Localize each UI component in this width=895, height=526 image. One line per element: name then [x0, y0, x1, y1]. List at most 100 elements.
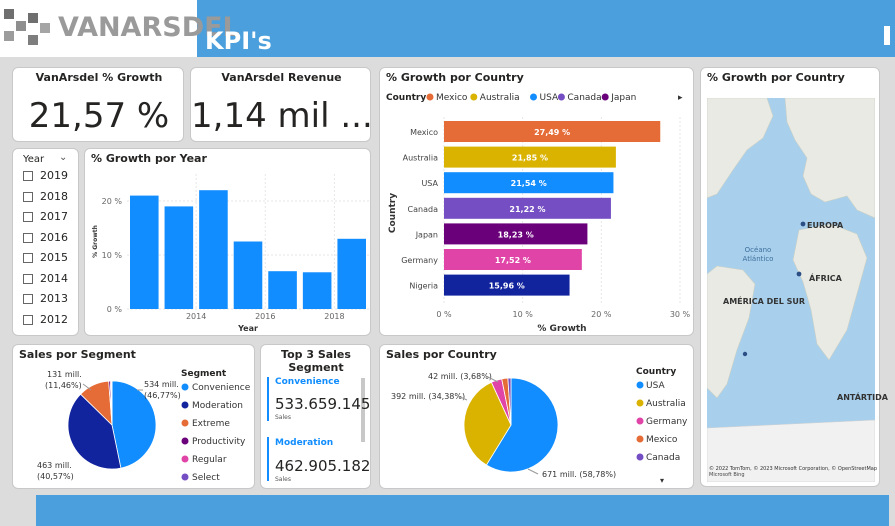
year-option-2013[interactable]: 2013	[23, 292, 68, 305]
top3-item-0-value: 533.659.145	[275, 395, 371, 413]
top3-title: Top 3 Sales Segment	[281, 348, 351, 374]
map-label-antarctica: ANTÁRTIDA	[837, 393, 888, 402]
y-tick-label: Nigeria	[409, 282, 438, 291]
checkbox[interactable]	[23, 294, 33, 304]
slice-select	[111, 380, 113, 426]
legend-marker	[530, 93, 537, 101]
legend-marker	[181, 383, 189, 391]
map-point-europe[interactable]	[800, 221, 806, 227]
checkbox[interactable]	[23, 314, 33, 325]
data-label: 21,22 %	[509, 205, 545, 214]
y-axis-title: % Growth	[92, 225, 99, 258]
x-tick-label: 0 %	[436, 310, 452, 319]
kpi-revenue-value: 1,14 mil ...	[191, 96, 372, 136]
year-option-label: 2013	[40, 292, 68, 305]
bar-2015	[199, 190, 228, 309]
map-point-america[interactable]	[742, 351, 748, 357]
legend-item: Regular	[192, 455, 227, 465]
kpi-growth-card[interactable]: VanArsdel % Growth 21,57 %	[12, 67, 184, 142]
legend-title: Country	[636, 367, 676, 377]
checkbox[interactable]	[23, 212, 33, 222]
bar-2019	[337, 238, 366, 309]
bar-2014	[164, 206, 194, 309]
growth-by-country-card[interactable]: % Growth por Country Country Mexico Austra…	[379, 67, 694, 336]
x-tick-label: 2014	[186, 312, 206, 321]
legend-item: Mexico	[436, 93, 468, 103]
legend-item: USA	[646, 381, 665, 391]
bing-logo: Microsoft Bing	[709, 472, 745, 478]
data-label: 671 mill. (58,78%)	[542, 470, 616, 479]
year-slicer-title: Year	[23, 154, 45, 165]
top3-item-0-label: Convenience	[275, 377, 340, 387]
y-tick-label: Mexico	[410, 128, 438, 137]
year-option-label: 2014	[40, 271, 68, 285]
checkbox[interactable]	[23, 232, 33, 243]
growth-by-year-card[interactable]: % Growth por Year 0 % 10 % 20 % 2014 2016 201…	[84, 148, 371, 336]
data-label: 131 mill.	[47, 370, 82, 379]
legend-item: Productivity	[192, 437, 246, 447]
x-tick-label: 30 %	[670, 310, 691, 319]
legend-marker	[557, 93, 565, 101]
map-canvas[interactable]	[707, 98, 875, 482]
map-card[interactable]: % Growth por Country EUROPA Océano Atlán…	[700, 67, 888, 487]
bar-2018	[302, 272, 332, 309]
data-label: (11,46%)	[45, 381, 82, 390]
legend-item: Mexico	[646, 435, 678, 445]
legend-marker	[636, 381, 644, 389]
checkbox[interactable]	[23, 273, 33, 284]
map-title: % Growth por Country	[707, 71, 845, 84]
year-option-2018[interactable]: 2018	[23, 190, 68, 203]
legend-marker	[636, 417, 644, 425]
checkbox[interactable]	[23, 171, 33, 181]
data-label: 392 mill. (34,38%)	[391, 392, 465, 401]
year-option-2017[interactable]: 2017	[23, 210, 68, 223]
map-point-africa[interactable]	[796, 271, 802, 277]
legend-item: Japan	[610, 93, 636, 103]
x-axis-title: Year	[237, 324, 258, 333]
legend-marker	[181, 419, 189, 427]
legend-item: Canada	[646, 453, 680, 463]
data-label: 534 mill.	[144, 380, 179, 389]
year-option-2019[interactable]: 2019	[23, 169, 68, 182]
y-tick-label: 20 %	[102, 197, 123, 206]
y-tick-label: Germany	[401, 256, 438, 265]
map-label-africa: ÁFRICA	[809, 274, 842, 283]
data-label: 42 mill. (3,68%)	[428, 372, 492, 381]
year-option-label: 2016	[40, 230, 68, 244]
data-label: 21,85 %	[512, 154, 548, 163]
year-option-2015[interactable]: 2015	[23, 251, 68, 264]
chevron-down-icon[interactable]: ⌄	[59, 152, 67, 163]
year-slicer[interactable]: Year ⌄ 2019 2018 2017 2016 2015 2014 2013 2012	[12, 148, 79, 336]
checkbox[interactable]	[23, 191, 33, 202]
top3-item-1-value: 462.905.182	[275, 457, 371, 475]
data-label: 21,54 %	[511, 179, 547, 188]
top3-card[interactable]: Top 3 Sales Segment Convenience 533.659.…	[260, 344, 371, 489]
data-label: (46,77%)	[144, 391, 181, 400]
x-tick-label: 10 %	[513, 310, 534, 319]
legend-marker	[181, 455, 189, 463]
sales-segment-card[interactable]: Sales por Segment 534 mill. (46,77%) 463 m…	[12, 344, 255, 489]
header-scrollbar[interactable]	[884, 26, 890, 45]
y-tick-label: Australia	[403, 154, 438, 163]
year-option-2014[interactable]: 2014	[23, 272, 68, 285]
legend-item: Canada	[567, 93, 601, 103]
top3-item-1-bar	[267, 437, 269, 481]
y-tick-label: Japan	[415, 230, 438, 239]
map-label-south-america: AMÉRICA DEL SUR	[723, 297, 806, 306]
legend-item: Australia	[646, 399, 686, 409]
sales-country-card[interactable]: Sales por Country 671 mill. (58,78%) 392 …	[379, 344, 694, 489]
year-option-label: 2015	[40, 251, 68, 264]
legend-item: Convenience	[192, 383, 251, 393]
legend-item: Select	[192, 473, 220, 483]
bar-2016	[233, 241, 263, 309]
kpi-revenue-card[interactable]: VanArsdel Revenue 1,14 mil ...	[190, 67, 372, 142]
x-axis-title: % Growth	[537, 324, 586, 334]
data-label: 15,96 %	[489, 282, 525, 291]
bar-2013	[130, 195, 159, 309]
year-option-2012[interactable]: 2012	[23, 313, 68, 326]
year-option-2016[interactable]: 2016	[23, 231, 68, 244]
legend-marker	[181, 401, 189, 409]
legend-item: Germany	[646, 417, 688, 427]
checkbox[interactable]	[23, 253, 33, 263]
year-option-label: 2018	[40, 189, 68, 203]
